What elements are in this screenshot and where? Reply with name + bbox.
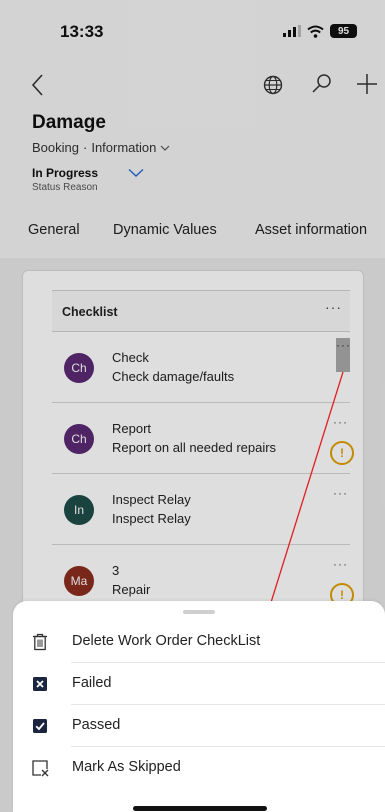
mark-skipped-icon [32, 760, 49, 777]
passed-action[interactable]: Passed [13, 705, 385, 747]
delete-checklist-action[interactable]: Delete Work Order CheckList [13, 621, 385, 663]
failed-label: Failed [72, 675, 112, 691]
checkbox-failed-icon [33, 677, 47, 691]
mark-skipped-label: Mark As Skipped [72, 759, 181, 775]
action-sheet: Delete Work Order CheckList Failed Passe… [13, 601, 385, 812]
sheet-handle[interactable] [183, 610, 215, 614]
delete-checklist-label: Delete Work Order CheckList [72, 633, 261, 649]
mark-skipped-action[interactable]: Mark As Skipped [13, 747, 385, 789]
home-indicator [133, 806, 267, 811]
passed-label: Passed [72, 717, 121, 733]
checkbox-passed-icon [33, 719, 47, 733]
trash-icon [33, 633, 47, 651]
failed-action[interactable]: Failed [13, 663, 385, 705]
